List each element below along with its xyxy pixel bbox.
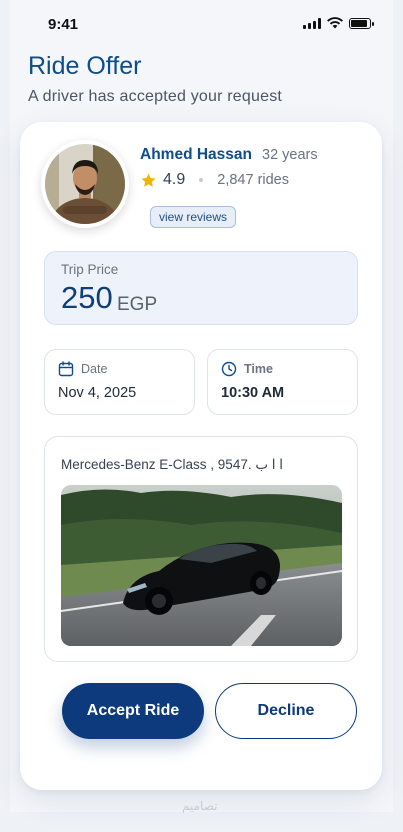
signal-icon [303, 17, 321, 29]
date-label: Date [81, 362, 108, 376]
status-time: 9:41 [48, 16, 79, 33]
battery-icon [349, 17, 374, 29]
car-box: Mercedes-Benz E-Class , 9547. ا ا ب [44, 436, 358, 662]
clock-icon [221, 361, 237, 377]
price-currency: EGP [117, 294, 158, 315]
view-reviews-button[interactable]: view reviews [150, 206, 237, 228]
date-box: Date Nov 4, 2025 [44, 349, 195, 415]
car-photo [61, 485, 342, 646]
time-label: Time [244, 362, 273, 376]
driver-age: 32 years [262, 147, 318, 163]
price-amount: 250 [61, 280, 113, 315]
ride-offer-card: Ahmed Hassan 32 years 4.9 2,847 rides vi… [20, 122, 382, 790]
separator-dot [199, 178, 204, 182]
date-value: Nov 4, 2025 [58, 385, 137, 401]
decline-button[interactable]: Decline [215, 683, 357, 739]
price-label: Trip Price [61, 262, 119, 277]
time-box: Time 10:30 AM [207, 349, 358, 415]
status-icons [303, 17, 374, 29]
driver-avatar [41, 140, 129, 228]
page-title: Ride Offer [28, 52, 142, 80]
car-description: Mercedes-Benz E-Class , 9547. ا ا ب [61, 457, 284, 472]
status-bar: 9:41 [10, 0, 393, 44]
driver-rating: 4.9 [163, 171, 186, 188]
accept-ride-button[interactable]: Accept Ride [62, 683, 204, 739]
page-subtitle: A driver has accepted your request [28, 88, 283, 105]
wifi-icon [327, 17, 343, 29]
driver-photo [45, 144, 125, 224]
trip-price-box: Trip Price 250 EGP [44, 251, 358, 325]
rating-row: 4.9 2,847 rides [140, 171, 289, 189]
watermark-logo: تصاميم [182, 799, 218, 813]
driver-name: Ahmed Hassan [140, 146, 252, 163]
star-icon [141, 172, 156, 187]
time-value: 10:30 AM [221, 385, 285, 401]
driver-rides-count: 2,847 rides [217, 172, 289, 188]
ride-offer-screen: 9:41 Ride Offer A driver has accepted yo… [10, 0, 393, 812]
calendar-icon [58, 361, 74, 377]
